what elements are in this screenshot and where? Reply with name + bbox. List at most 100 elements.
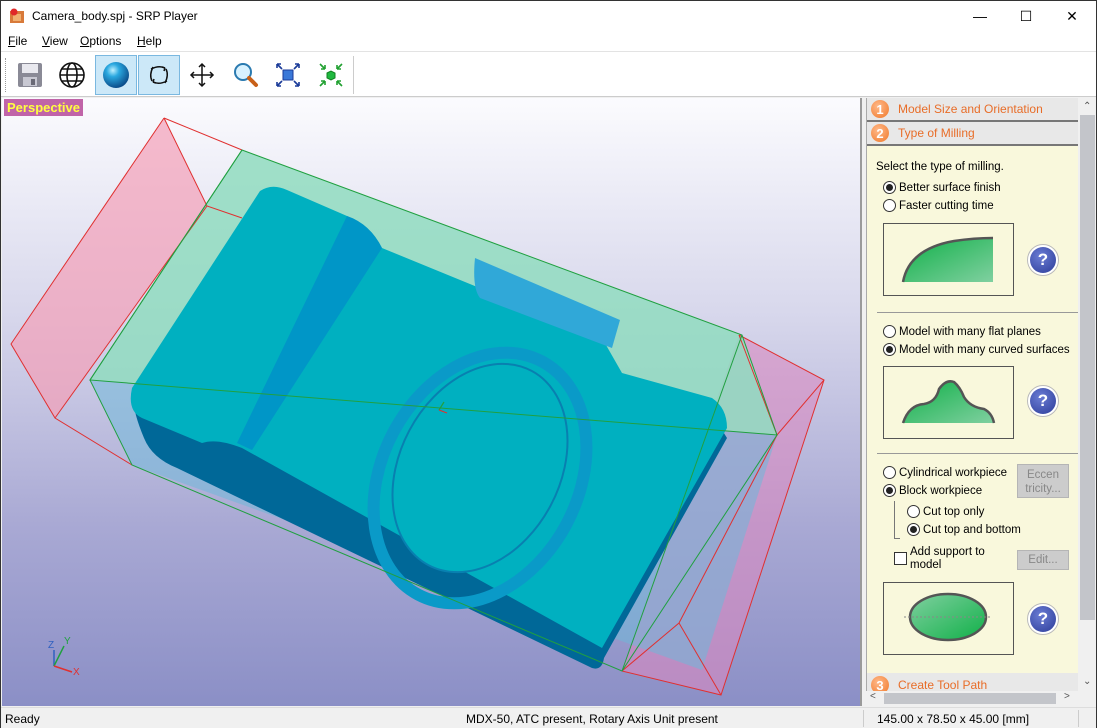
menu-options[interactable]: Options (80, 34, 121, 48)
rotate-arrows-icon (149, 65, 169, 85)
radio-label: Model with many flat planes (899, 325, 1041, 338)
view-mode-label: Perspective (4, 99, 83, 116)
step-model-size[interactable]: 1 Model Size and Orientation (867, 98, 1078, 122)
step-3-label: Create Tool Path (898, 678, 988, 691)
radio-cut-top-only[interactable]: Cut top only (907, 505, 984, 518)
pan-button[interactable] (181, 55, 223, 95)
radio-label: Better surface finish (899, 181, 1001, 194)
menu-file[interactable]: File (8, 34, 27, 48)
move-arrows-icon (189, 62, 215, 88)
radio-dot (883, 181, 896, 194)
model-scene[interactable]: Z Y X (2, 98, 862, 706)
checkbox-label-2: model (910, 559, 942, 571)
minimize-icon: — (973, 8, 987, 24)
surface-finish-shape-icon (901, 236, 994, 283)
3d-viewport[interactable]: Z Y X Perspective (2, 98, 862, 706)
zoom-button[interactable] (224, 55, 266, 95)
radio-better-finish[interactable]: Better surface finish (883, 181, 1001, 194)
step-type-of-milling[interactable]: 2 Type of Milling (867, 122, 1078, 146)
edit-support-button[interactable]: Edit... (1017, 550, 1069, 570)
panel-content: 1 Model Size and Orientation 2 Type of M… (866, 98, 1078, 691)
minimize-button[interactable]: — (957, 1, 1003, 31)
wireframe-view-button[interactable] (51, 55, 93, 95)
section-divider (877, 312, 1078, 313)
toolbar (1, 51, 1096, 97)
panel-horizontal-scrollbar[interactable]: < > (866, 691, 1078, 706)
step-1-badge: 1 (871, 100, 889, 118)
finish-illustration (883, 223, 1014, 296)
menu-view[interactable]: View (42, 34, 68, 48)
help-button-workpiece[interactable]: ? (1027, 603, 1059, 635)
close-icon: ✕ (1066, 7, 1078, 24)
radio-dot (883, 343, 896, 356)
step-create-tool-path[interactable]: 3 Create Tool Path (867, 673, 1078, 691)
add-support-checkbox[interactable]: Add support to model (894, 546, 985, 572)
scroll-left-icon[interactable]: < (870, 691, 876, 702)
section-divider (877, 453, 1078, 454)
scroll-up-icon[interactable]: ⌃ (1083, 101, 1091, 112)
window-title: Camera_body.spj - SRP Player (32, 9, 198, 23)
radio-dot (883, 199, 896, 212)
axis-z-label: Z (48, 640, 54, 651)
axis-triad: Z Y X (48, 636, 80, 678)
radio-faster-cutting[interactable]: Faster cutting time (883, 199, 994, 212)
checkbox-box (894, 552, 907, 565)
help-button-surface[interactable]: ? (1027, 385, 1059, 417)
radio-curved-surfaces[interactable]: Model with many curved surfaces (883, 343, 1070, 356)
menu-options-label: ptions (89, 34, 122, 48)
radio-dot (883, 325, 896, 338)
shaded-view-button[interactable] (95, 55, 137, 95)
toolbar-grip[interactable] (5, 58, 8, 92)
panel-vertical-scrollbar[interactable]: ⌃ ⌄ (1079, 98, 1096, 691)
floppy-disk-icon (18, 63, 42, 87)
eccentricity-button[interactable]: Eccen tricity... (1017, 464, 1069, 498)
status-separator (863, 710, 864, 727)
menu-help[interactable]: Help (137, 34, 162, 48)
status-ready: Ready (5, 712, 40, 726)
help-button-finish[interactable]: ? (1027, 244, 1059, 276)
vertical-scroll-thumb[interactable] (1080, 115, 1095, 620)
app-window: Camera_body.spj - SRP Player — ☐ ✕ File … (0, 0, 1097, 728)
fit-to-window-icon (276, 63, 300, 87)
radio-cylindrical-workpiece[interactable]: Cylindrical workpiece (883, 466, 1007, 479)
step-3-badge: 3 (871, 676, 889, 691)
radio-block-workpiece[interactable]: Block workpiece (883, 484, 982, 497)
scroll-down-icon[interactable]: ⌄ (1083, 676, 1091, 687)
radio-label: Block workpiece (899, 484, 983, 497)
radio-dot (907, 505, 920, 518)
horizontal-scroll-thumb[interactable] (884, 693, 1056, 704)
scroll-right-icon[interactable]: > (1064, 691, 1070, 702)
title-bar: Camera_body.spj - SRP Player — ☐ ✕ (1, 1, 1096, 31)
app-logo-icon (10, 8, 24, 23)
step-1-label: Model Size and Orientation (898, 102, 1043, 116)
menu-help-label: elp (145, 34, 162, 48)
menu-view-accel: V (42, 34, 50, 48)
surface-illustration (883, 366, 1014, 439)
radio-label: Cylindrical workpiece (899, 466, 1008, 479)
menu-help-accel: H (137, 34, 146, 48)
milling-settings-panel: 1 Model Size and Orientation 2 Type of M… (864, 98, 1096, 706)
step-2-label: Type of Milling (898, 126, 975, 140)
zoom-to-model-button[interactable] (310, 55, 352, 95)
shrink-to-cube-icon (319, 63, 343, 87)
radio-label: Cut top only (923, 505, 985, 518)
maximize-button[interactable]: ☐ (1003, 1, 1049, 31)
radio-label: Cut top and bottom (923, 523, 1021, 536)
save-button[interactable] (9, 55, 51, 95)
radio-cut-top-bottom[interactable]: Cut top and bottom (907, 523, 1021, 536)
radio-label: Model with many curved surfaces (899, 343, 1070, 356)
close-button[interactable]: ✕ (1049, 1, 1095, 31)
wireframe-globe-icon (59, 62, 85, 88)
help-icon: ? (1030, 247, 1056, 273)
help-icon: ? (1030, 388, 1056, 414)
help-icon: ? (1030, 606, 1056, 632)
maximize-icon: ☐ (1019, 7, 1033, 24)
fit-view-button[interactable] (267, 55, 309, 95)
milling-instruction: Select the type of milling. (876, 161, 1004, 173)
status-dimensions: 145.00 x 78.50 x 45.00 [mm] (877, 712, 1030, 726)
radio-flat-planes[interactable]: Model with many flat planes (883, 325, 1041, 338)
radio-dot (907, 523, 920, 536)
menu-options-accel: O (80, 34, 90, 48)
block-workpiece-shape-icon (904, 592, 992, 642)
rotate-button[interactable] (138, 55, 180, 95)
